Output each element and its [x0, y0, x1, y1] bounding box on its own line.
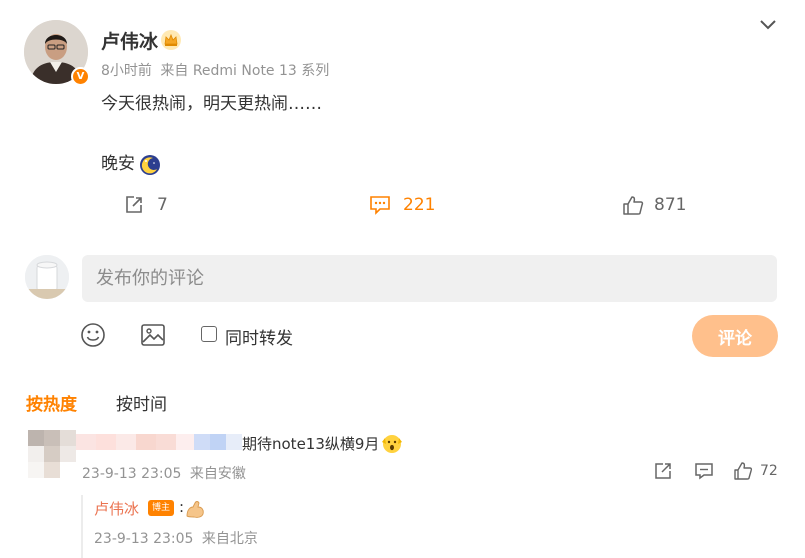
repost-count: 7: [157, 195, 168, 215]
shocked-emoji-icon: [382, 435, 402, 453]
moon-emoji-icon: [140, 155, 160, 175]
like-button[interactable]: 871: [622, 194, 686, 216]
like-icon: [623, 196, 644, 215]
comment-repost-icon[interactable]: [653, 461, 673, 481]
post-source: 来自 Redmi Note 13 系列: [160, 63, 330, 79]
comment-button[interactable]: 221: [369, 194, 435, 216]
submit-comment-button[interactable]: 评论: [692, 315, 778, 357]
muscle-emoji-icon: [186, 501, 204, 518]
commenter-avatar[interactable]: [28, 430, 76, 478]
tab-sort-hot[interactable]: 按热度: [26, 390, 77, 415]
comment-icon: [370, 196, 390, 215]
image-icon[interactable]: [140, 322, 166, 348]
repost-button[interactable]: 7: [123, 194, 168, 216]
commenter-name-blurred[interactable]: [76, 434, 242, 450]
verified-badge: V: [71, 67, 90, 86]
comment-count: 221: [403, 195, 436, 215]
post-time[interactable]: 8小时前: [101, 63, 152, 79]
repost-checkbox[interactable]: [201, 326, 217, 342]
comment-meta: 23-9-13 23:05 来自安徽: [82, 463, 246, 483]
like-count: 871: [654, 195, 687, 215]
author-name[interactable]: 卢伟冰: [101, 27, 158, 54]
current-user-avatar[interactable]: [25, 255, 69, 299]
comment-like-count: 72: [760, 463, 778, 479]
reply-divider: [81, 495, 83, 558]
tab-sort-time[interactable]: 按时间: [116, 390, 167, 415]
post-meta: 8小时前 来自 Redmi Note 13 系列: [101, 60, 329, 80]
reply-time: 23-9-13 23:05: [94, 531, 194, 547]
emoji-icon[interactable]: [80, 322, 106, 348]
post-text-line1: 今天很热闹，明天更热闹……: [101, 94, 322, 114]
comment-text: 期待note13纵横9月: [242, 435, 380, 453]
crown-icon: [161, 30, 181, 50]
chevron-down-icon[interactable]: [758, 18, 778, 32]
comment-source: 来自安徽: [189, 466, 246, 482]
comment-time: 23-9-13 23:05: [82, 466, 182, 482]
comment-reply-icon[interactable]: [694, 461, 714, 481]
repost-checkbox-label[interactable]: 同时转发: [225, 324, 293, 349]
reply-meta: 23-9-13 23:05 来自北京: [94, 528, 258, 548]
reply-source: 来自北京: [201, 531, 258, 547]
author-badge: 博主: [148, 500, 174, 516]
reply-author[interactable]: 卢伟冰: [94, 498, 139, 519]
post-text-line2: 晚安: [101, 154, 135, 174]
comment-like-icon[interactable]: [733, 461, 753, 481]
repost-icon: [126, 196, 142, 213]
comment-input[interactable]: [82, 255, 777, 302]
